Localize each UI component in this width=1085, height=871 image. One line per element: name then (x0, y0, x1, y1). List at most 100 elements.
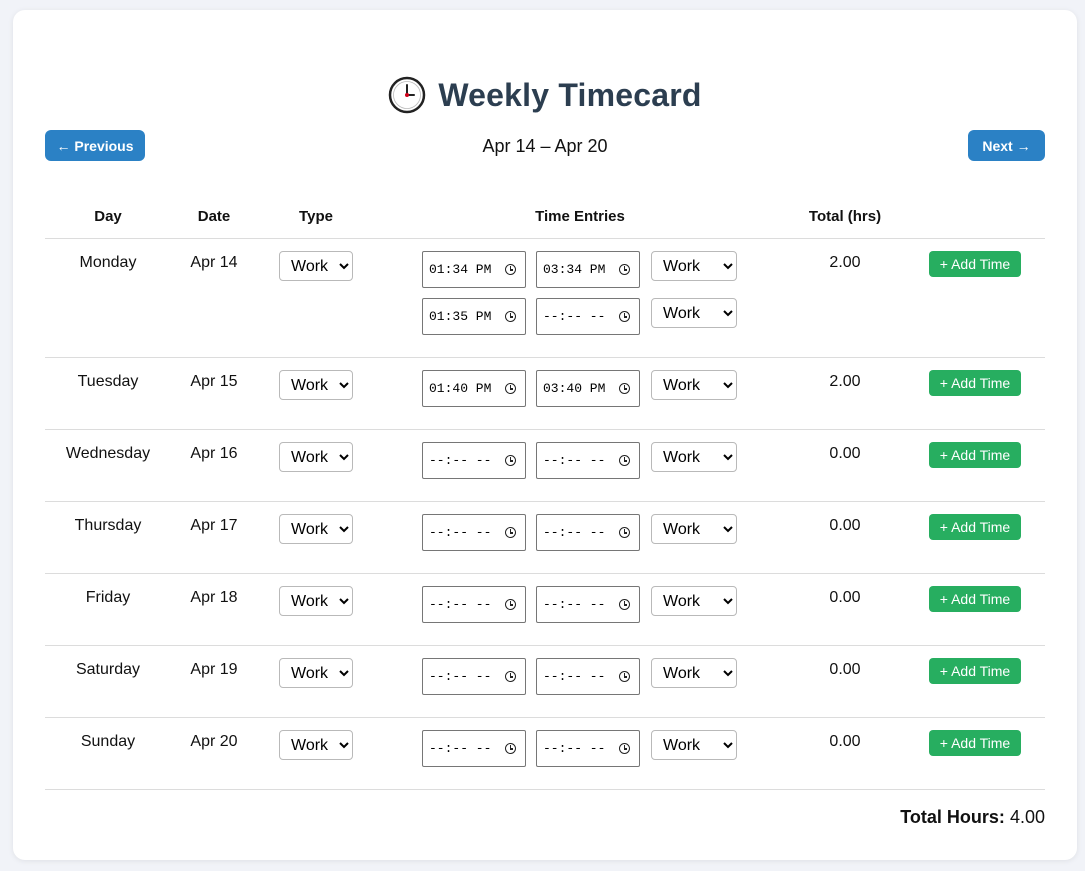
end-time-value: --:-- -- (543, 669, 606, 684)
end-time-value: 03:34 PM (543, 262, 606, 277)
type-select-friday[interactable]: Work (279, 586, 353, 616)
clock-icon (505, 311, 516, 322)
table-row: Friday Apr 18 Work --:-- -- --:-- -- Work 0.00… (45, 574, 1045, 646)
start-time-input[interactable]: --:-- -- (422, 658, 526, 695)
day-label: Tuesday (77, 373, 139, 390)
day-label: Friday (85, 589, 131, 606)
start-time-input[interactable]: --:-- -- (422, 586, 526, 623)
next-week-button[interactable]: Next → (968, 130, 1045, 161)
end-time-input[interactable]: --:-- -- (536, 298, 640, 335)
end-time-value: --:-- -- (543, 525, 606, 540)
column-header-type: Type (299, 208, 333, 225)
end-time-input[interactable]: --:-- -- (536, 586, 640, 623)
clock-icon (505, 743, 516, 754)
type-select-sunday[interactable]: Work (279, 730, 353, 760)
date-label: Apr 15 (190, 373, 238, 390)
start-time-input[interactable]: --:-- -- (422, 442, 526, 479)
clock-icon (619, 671, 630, 682)
entry-type-select[interactable]: Work (651, 586, 737, 616)
table-row: Tuesday Apr 15 Work 01:40 PM 03:40 PM Work 2.0… (45, 358, 1045, 430)
clock-icon (619, 264, 630, 275)
clock-icon (619, 743, 630, 754)
type-select-saturday[interactable]: Work (279, 658, 353, 688)
total-hours: Total Hours: 4.00 (900, 807, 1045, 828)
end-time-input[interactable]: 03:34 PM (536, 251, 640, 288)
end-time-value: --:-- -- (543, 453, 606, 468)
add-time-button-sunday[interactable]: + Add Time (929, 730, 1021, 756)
end-time-input[interactable]: --:-- -- (536, 730, 640, 767)
entry-type-select[interactable]: Work (651, 251, 737, 281)
timecard-table: Day Date Type Time Entries Total (hrs) M… (45, 200, 1045, 790)
table-header: Day Date Type Time Entries Total (hrs) (45, 200, 1045, 239)
day-total-hours: 0.00 (829, 589, 861, 606)
add-time-button-friday[interactable]: + Add Time (929, 586, 1021, 612)
start-time-input[interactable]: 01:35 PM (422, 298, 526, 335)
clock-icon (505, 383, 516, 394)
entry-type-select[interactable]: Work (651, 658, 737, 688)
entry-type-select[interactable]: Work (651, 370, 737, 400)
clock-icon (619, 311, 630, 322)
day-total-hours: 0.00 (829, 661, 861, 678)
type-select-wednesday[interactable]: Work (279, 442, 353, 472)
table-row: Saturday Apr 19 Work --:-- -- --:-- -- Work 0.… (45, 646, 1045, 718)
start-time-value: --:-- -- (429, 453, 492, 468)
column-header-date: Date (197, 208, 231, 225)
day-total-hours: 2.00 (829, 373, 861, 390)
add-time-button-thursday[interactable]: + Add Time (929, 514, 1021, 540)
total-hours-label: Total Hours: (900, 807, 1005, 827)
clock-icon (505, 599, 516, 610)
end-time-value: 03:40 PM (543, 381, 606, 396)
clock-icon (619, 599, 630, 610)
start-time-input[interactable]: 01:34 PM (422, 251, 526, 288)
column-header-time-entries: Time Entries (535, 208, 625, 225)
entry-type-select[interactable]: Work (651, 730, 737, 760)
day-label: Wednesday (65, 445, 151, 462)
date-label: Apr 20 (190, 733, 238, 750)
add-time-button-tuesday[interactable]: + Add Time (929, 370, 1021, 396)
start-time-value: --:-- -- (429, 525, 492, 540)
start-time-input[interactable]: 01:40 PM (422, 370, 526, 407)
start-time-value: 01:35 PM (429, 309, 492, 324)
clock-icon (619, 527, 630, 538)
end-time-value: --:-- -- (543, 309, 606, 324)
header: Weekly Timecard (13, 76, 1077, 114)
end-time-input[interactable]: --:-- -- (536, 658, 640, 695)
add-time-button-wednesday[interactable]: + Add Time (929, 442, 1021, 468)
table-row: Sunday Apr 20 Work --:-- -- --:-- -- Work 0.00… (45, 718, 1045, 790)
add-time-button-saturday[interactable]: + Add Time (929, 658, 1021, 684)
clock-icon (619, 383, 630, 394)
end-time-input[interactable]: --:-- -- (536, 514, 640, 551)
start-time-input[interactable]: --:-- -- (422, 730, 526, 767)
end-time-input[interactable]: 03:40 PM (536, 370, 640, 407)
day-total-hours: 0.00 (829, 517, 861, 534)
start-time-input[interactable]: --:-- -- (422, 514, 526, 551)
day-total-hours: 0.00 (829, 445, 861, 462)
date-label: Apr 16 (190, 445, 238, 462)
start-time-value: --:-- -- (429, 597, 492, 612)
clock-icon (505, 527, 516, 538)
day-total-hours: 2.00 (829, 254, 861, 271)
clock-icon (505, 455, 516, 466)
day-label: Monday (79, 254, 137, 271)
entry-type-select[interactable]: Work (651, 298, 737, 328)
week-range-label: Apr 14 – Apr 20 (482, 136, 608, 156)
type-select-tuesday[interactable]: Work (279, 370, 353, 400)
timecard-panel: Weekly Timecard ← Previous Apr 14 – Apr … (13, 10, 1077, 860)
add-time-button-monday[interactable]: + Add Time (929, 251, 1021, 277)
entry-type-select[interactable]: Work (651, 514, 737, 544)
day-total-hours: 0.00 (829, 733, 861, 750)
start-time-value: 01:40 PM (429, 381, 492, 396)
clock-icon (619, 455, 630, 466)
page-title: Weekly Timecard (438, 76, 702, 113)
clock-icon (505, 671, 516, 682)
end-time-input[interactable]: --:-- -- (536, 442, 640, 479)
table-row: Monday Apr 14 Work 01:34 PM 03:34 PM Work 01:3… (45, 239, 1045, 358)
entry-type-select[interactable]: Work (651, 442, 737, 472)
day-label: Thursday (74, 517, 142, 534)
type-select-thursday[interactable]: Work (279, 514, 353, 544)
type-select-monday[interactable]: Work (279, 251, 353, 281)
day-label: Sunday (80, 733, 136, 750)
date-label: Apr 19 (190, 661, 238, 678)
start-time-value: 01:34 PM (429, 262, 492, 277)
day-label: Saturday (75, 661, 141, 678)
